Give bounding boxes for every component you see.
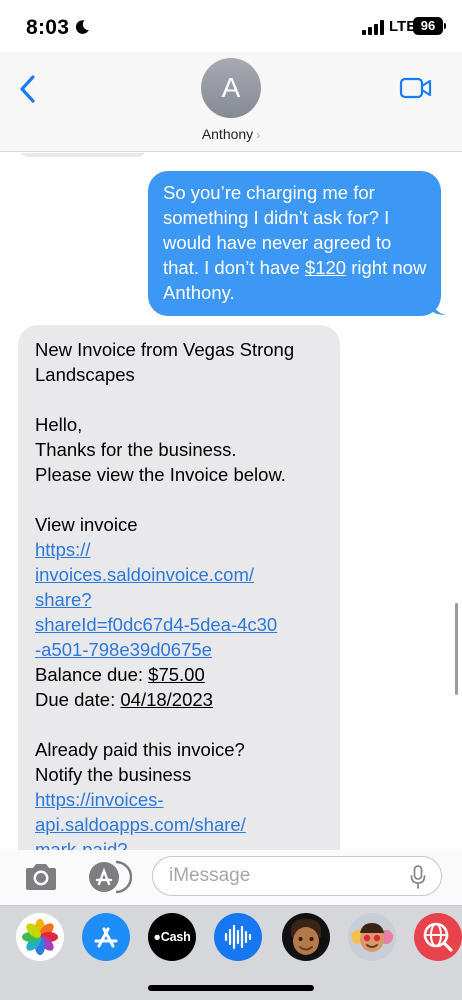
notify-text: Notify the business [35,764,192,785]
back-chevron-icon[interactable] [16,74,42,104]
thanks-text: Thanks for the business. [35,439,237,460]
conversation-header: A Anthony › [0,52,462,152]
app-store-apps-icon[interactable] [86,859,132,895]
view-below-text: Please view the Invoice below. [35,464,286,485]
app-store-icon[interactable] [82,913,130,961]
apple-cash-icon[interactable]: ●Cash [148,913,196,961]
camera-icon[interactable] [22,861,60,893]
contact-name-button[interactable]: Anthony › [0,126,462,142]
balance-label: Balance due: [35,664,149,685]
app-drawer: ●Cash [0,905,462,1000]
apple-logo-icon: ● [153,930,161,944]
notify-link[interactable]: https://invoices-api.saldoapps.com/share… [35,787,326,853]
already-paid-text: Already paid this invoice? [35,739,245,760]
view-invoice-label: View invoice [35,514,138,535]
status-time: 8:03 [26,16,70,39]
message-list[interactable]: So you’re charging me for something I di… [0,153,462,853]
battery-icon: 96 [413,17,443,35]
battery-tip [444,23,446,29]
microphone-icon[interactable] [410,865,426,889]
due-date: Due date: 04/18/2023 [35,687,326,712]
balance-value[interactable]: $75.00 [148,664,205,685]
due-label: Due date: [35,689,121,710]
audio-message-icon[interactable] [214,913,262,961]
scroll-indicator[interactable] [455,603,458,695]
home-indicator[interactable] [148,985,314,991]
invoice-link[interactable]: https://invoices.saldoinvoice.com/share?… [35,537,326,662]
greeting-text: Hello, [35,414,83,435]
due-value[interactable]: 04/18/2023 [120,689,213,710]
imessage-input[interactable] [152,856,442,896]
video-call-icon[interactable] [399,76,433,100]
invoice-title: New Invoice from Vegas Strong Landscapes [35,339,295,385]
memoji-stickers-icon[interactable] [348,913,396,961]
contact-name: Anthony [201,126,254,142]
moon-icon [75,20,89,34]
outgoing-message-bubble[interactable]: So you’re charging me for something I di… [148,171,441,316]
bubble-tail [432,301,446,315]
compose-bar [0,850,462,905]
cash-label: Cash [160,930,191,944]
cellular-signal-icon [362,19,384,35]
chevron-right-icon: › [256,128,261,142]
contact-avatar[interactable]: A [201,58,261,118]
photos-icon[interactable] [16,913,64,961]
status-bar: 8:03 LTE 96 [0,0,462,52]
amount-link[interactable]: $120 [305,257,346,278]
balance-due: Balance due: $75.00 [35,662,326,687]
incoming-message-bubble[interactable]: New Invoice from Vegas Strong Landscapes… [18,325,340,853]
previous-message-bubble [18,153,148,157]
memoji-icon[interactable] [282,913,330,961]
web-search-icon[interactable] [414,913,462,961]
